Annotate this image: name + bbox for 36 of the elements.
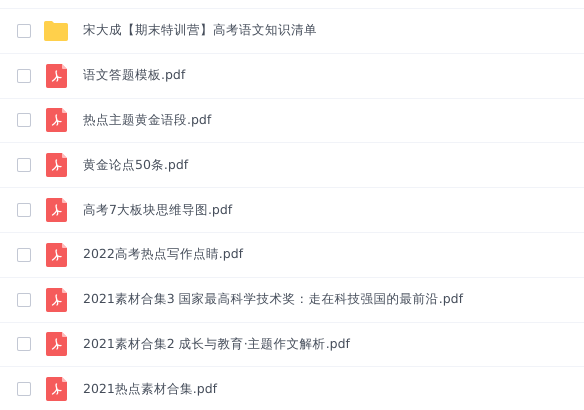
pdf-file-icon [46, 332, 67, 356]
file-row[interactable]: 高考7大板块思维导图.pdf [0, 187, 584, 232]
file-row[interactable]: 语文答题模板.pdf [0, 52, 584, 98]
file-row[interactable]: 热点主题黄金语段.pdf [0, 98, 584, 142]
folder-icon [44, 20, 68, 41]
file-row[interactable]: 黄金论点50条.pdf [0, 142, 584, 188]
checkbox[interactable] [17, 113, 31, 128]
file-row[interactable]: 2022高考热点写作点睛.pdf [0, 232, 584, 277]
file-row[interactable]: 宋大成【期末特训营】高考语文知识清单 [0, 8, 584, 53]
file-name[interactable]: 2022高考热点写作点睛.pdf [83, 246, 244, 264]
checkbox[interactable] [17, 292, 31, 307]
checkbox[interactable] [17, 158, 31, 172]
file-name[interactable]: 2021素材合集3 国家最高科学技术奖：走在科技强国的最前沿.pdf [83, 291, 463, 308]
file-row[interactable]: 2021素材合集3 国家最高科学技术奖：走在科技强国的最前沿.pdf [0, 276, 584, 322]
pdf-file-icon [46, 242, 67, 267]
checkbox[interactable] [17, 24, 31, 38]
checkbox[interactable] [17, 337, 31, 352]
pdf-file-icon [46, 377, 67, 402]
checkbox[interactable] [17, 248, 31, 262]
pdf-file-icon [46, 108, 67, 132]
pdf-file-icon [46, 64, 67, 88]
pdf-file-icon [46, 198, 67, 222]
checkbox[interactable] [17, 68, 31, 83]
file-name[interactable]: 高考7大板块思维导图.pdf [83, 202, 232, 219]
file-row[interactable]: 2021热点素材合集.pdf [0, 366, 584, 410]
pdf-file-icon [46, 288, 67, 312]
file-name[interactable]: 2021素材合集2 成长与教育·主题作文解析.pdf [83, 336, 350, 353]
pdf-file-icon [46, 153, 67, 178]
checkbox[interactable] [17, 382, 31, 396]
file-name[interactable]: 热点主题黄金语段.pdf [83, 112, 212, 129]
checkbox[interactable] [17, 203, 31, 218]
file-name[interactable]: 2021热点素材合集.pdf [83, 380, 218, 398]
file-row[interactable]: 2021素材合集2 成长与教育·主题作文解析.pdf [0, 322, 584, 366]
file-name[interactable]: 宋大成【期末特训营】高考语文知识清单 [83, 22, 317, 40]
file-name[interactable]: 语文答题模板.pdf [83, 67, 186, 84]
file-name[interactable]: 黄金论点50条.pdf [83, 156, 188, 174]
